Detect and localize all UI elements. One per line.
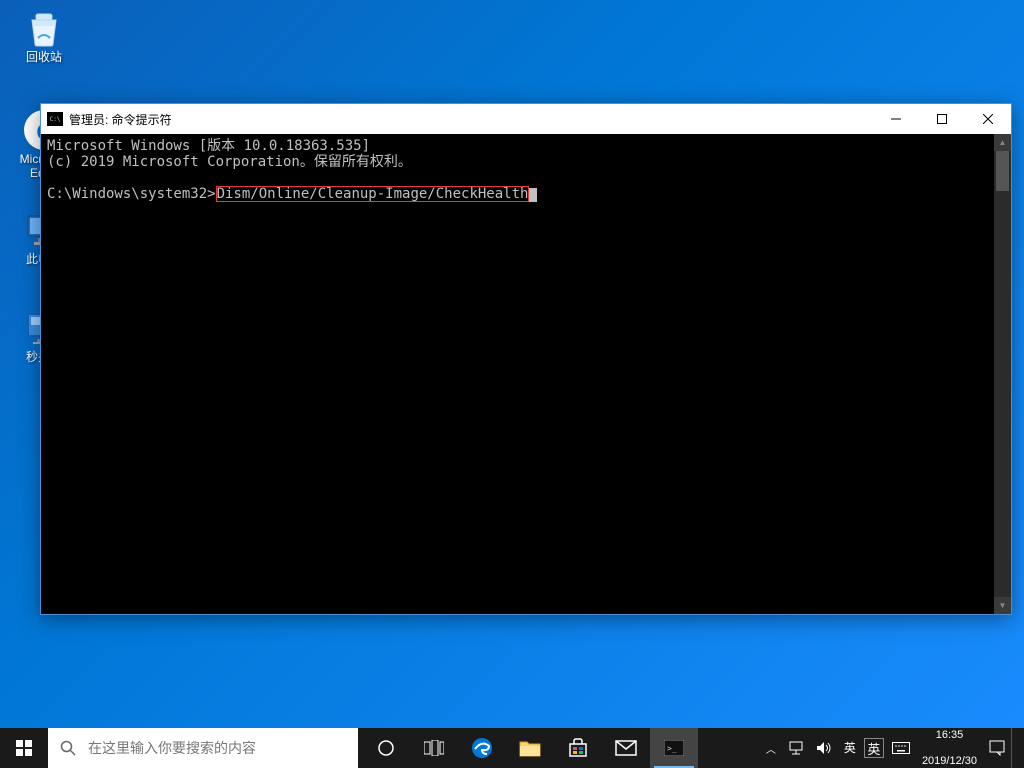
network-icon	[788, 741, 804, 755]
taskbar-app-explorer[interactable]	[506, 728, 554, 768]
chevron-up-icon: ︿	[766, 741, 776, 756]
taskbar-app-store[interactable]	[554, 728, 602, 768]
show-desktop-button[interactable]	[1011, 728, 1024, 768]
window-title: 管理员: 命令提示符	[69, 111, 873, 128]
tray-volume-button[interactable]	[810, 728, 838, 768]
tray-overflow-button[interactable]: ︿	[760, 728, 782, 768]
desktop-icon-label: 回收站	[14, 50, 74, 64]
tray-ime-mode-button[interactable]: 英	[864, 738, 884, 758]
search-placeholder: 在这里输入你要搜索的内容	[88, 738, 256, 758]
tray-clock[interactable]: 16:35 2019/12/30	[916, 728, 983, 768]
svg-text:>_: >_	[667, 744, 677, 753]
desktop-icon-recycle-bin[interactable]: 回收站	[14, 8, 74, 64]
titlebar[interactable]: 管理员: 命令提示符	[41, 104, 1011, 134]
terminal-output[interactable]: Microsoft Windows [版本 10.0.18363.535] (c…	[41, 134, 1011, 614]
task-view-button[interactable]	[410, 728, 458, 768]
terminal-command-highlight: Dism/Online/Cleanup-Image/CheckHealth	[216, 186, 530, 202]
windows-icon	[16, 740, 32, 756]
terminal-cursor	[529, 188, 537, 202]
recycle-bin-icon	[24, 8, 64, 48]
terminal-banner: Microsoft Windows [版本 10.0.18363.535]	[47, 138, 370, 154]
store-icon	[568, 738, 588, 758]
keyboard-icon	[892, 742, 910, 754]
terminal-copyright: (c) 2019 Microsoft Corporation。保留所有权利。	[47, 154, 412, 170]
volume-icon	[816, 741, 832, 755]
clock-date: 2019/12/30	[922, 755, 977, 768]
cmd-app-icon	[47, 112, 63, 126]
cmd-window: 管理员: 命令提示符 Microsoft Windows [版本 10.0.18…	[40, 103, 1012, 615]
start-button[interactable]	[0, 728, 48, 768]
tray-notifications-button[interactable]	[983, 728, 1011, 768]
scroll-down-button[interactable]: ▼	[994, 597, 1011, 614]
taskbar-app-mail[interactable]	[602, 728, 650, 768]
search-icon	[48, 740, 88, 756]
mail-icon	[615, 740, 637, 756]
tray-ime-button[interactable]: 英	[838, 728, 862, 768]
close-button[interactable]	[965, 104, 1011, 134]
cortana-button[interactable]	[362, 728, 410, 768]
taskbar-search[interactable]: 在这里输入你要搜索的内容	[48, 728, 358, 768]
maximize-button[interactable]	[919, 104, 965, 134]
vertical-scrollbar[interactable]: ▲ ▼	[994, 134, 1011, 614]
taskbar: 在这里输入你要搜索的内容 >_ ︿ 英 英 16:35 2019/12/30	[0, 728, 1024, 768]
folder-icon	[519, 739, 541, 757]
cortana-icon	[377, 739, 395, 757]
cmd-icon: >_	[664, 740, 684, 756]
task-view-icon	[424, 740, 444, 756]
taskbar-app-edge[interactable]	[458, 728, 506, 768]
scroll-up-button[interactable]: ▲	[994, 134, 1011, 151]
minimize-button[interactable]	[873, 104, 919, 134]
tray-network-button[interactable]	[782, 728, 810, 768]
terminal-prompt: C:\Windows\system32>	[47, 186, 216, 202]
tray-touch-keyboard-button[interactable]	[886, 728, 916, 768]
clock-time: 16:35	[936, 729, 964, 742]
taskbar-app-cmd[interactable]: >_	[650, 728, 698, 768]
edge-icon	[471, 737, 493, 759]
notifications-icon	[989, 740, 1005, 756]
scroll-thumb[interactable]	[996, 151, 1009, 191]
